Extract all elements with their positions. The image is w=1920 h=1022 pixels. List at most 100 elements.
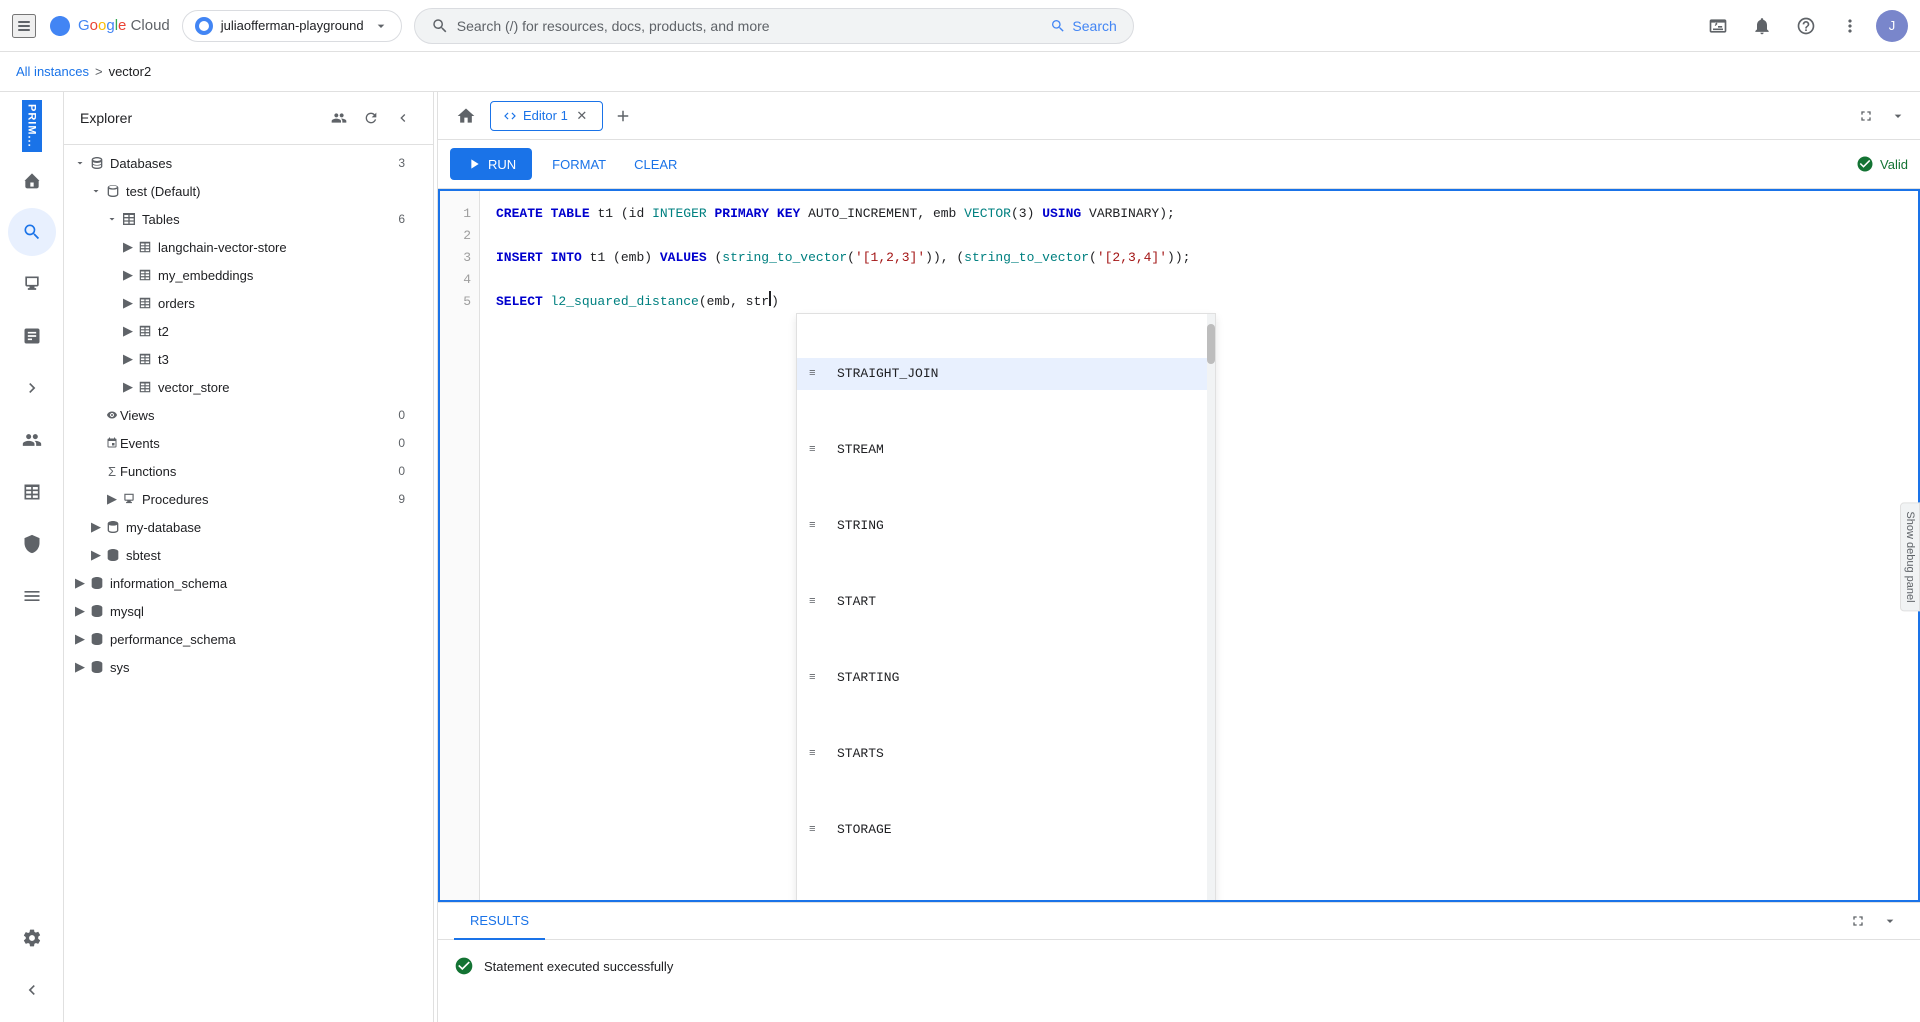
test-toggle bbox=[88, 183, 104, 199]
code-content[interactable]: CREATE TABLE t1 (id INTEGER PRIMARY KEY … bbox=[480, 191, 1918, 900]
sidebar-settings-item[interactable] bbox=[8, 914, 56, 962]
top-navbar: Google Cloud juliaofferman-playground Se… bbox=[0, 0, 1920, 52]
table-t2[interactable]: ▶ t2 ⋮ bbox=[64, 317, 433, 345]
events-label: Events bbox=[120, 436, 394, 451]
autocomplete-item-starting[interactable]: ≡ STARTING bbox=[797, 662, 1215, 694]
collapse-all-button[interactable] bbox=[389, 104, 417, 132]
refresh-button[interactable] bbox=[357, 104, 385, 132]
table-orders[interactable]: ▶ orders ⋮ bbox=[64, 289, 433, 317]
autocomplete-item-stored[interactable]: ≡ STORED bbox=[797, 890, 1215, 900]
editor-scroll-area: 1 2 3 4 5 CREATE TABLE t1 (id INTEGER PR… bbox=[438, 189, 1920, 902]
collapse-results-button[interactable] bbox=[1876, 907, 1904, 935]
code-editor[interactable]: 1 2 3 4 5 CREATE TABLE t1 (id INTEGER PR… bbox=[438, 189, 1920, 902]
table-langchain[interactable]: ▶ langchain-vector-store ⋮ bbox=[64, 233, 433, 261]
procedures-toggle: ▶ bbox=[104, 491, 120, 507]
table-t3[interactable]: ▶ t3 ⋮ bbox=[64, 345, 433, 373]
project-icon bbox=[195, 17, 213, 35]
sidebar-search-item[interactable] bbox=[8, 208, 56, 256]
breadcrumb-separator: > bbox=[95, 64, 103, 79]
functions-count: 0 bbox=[398, 464, 405, 478]
tables-node[interactable]: Tables 6 ⋮ bbox=[64, 205, 433, 233]
sbtest-node[interactable]: ▶ sbtest ⋮ bbox=[64, 541, 433, 569]
add-tab-button[interactable] bbox=[607, 100, 639, 132]
editor-1-tab[interactable]: Editor 1 ✕ bbox=[490, 101, 603, 131]
sidebar-home-item[interactable] bbox=[8, 156, 56, 204]
autocomplete-item-storage[interactable]: ≡ STORAGE bbox=[797, 814, 1215, 846]
t3-toggle: ▶ bbox=[120, 351, 136, 367]
sidebar-monitor-item[interactable] bbox=[8, 260, 56, 308]
keyword-icon-5: ≡ bbox=[809, 667, 829, 689]
my-database-node[interactable]: ▶ my-database ⋮ bbox=[64, 513, 433, 541]
search-bar-container[interactable]: Search bbox=[414, 8, 1134, 44]
sidebar-shield-item[interactable] bbox=[8, 520, 56, 568]
search-input[interactable] bbox=[457, 18, 1043, 34]
autocomplete-item-stream[interactable]: ≡ STREAM bbox=[797, 434, 1215, 466]
project-name: juliaofferman-playground bbox=[221, 18, 365, 33]
add-schema-button[interactable] bbox=[325, 104, 353, 132]
debug-panel-handle[interactable]: Show debug panel bbox=[1900, 502, 1920, 611]
autocomplete-stream: STREAM bbox=[837, 439, 884, 461]
editor-area: Editor 1 ✕ RUN FORMAT CLEAR bbox=[438, 92, 1920, 1022]
run-button[interactable]: RUN bbox=[450, 148, 532, 180]
test-db[interactable]: test (Default) ⋮ bbox=[64, 177, 433, 205]
notifications-button[interactable] bbox=[1744, 8, 1780, 44]
my-database-icon bbox=[104, 518, 122, 536]
editor-1-close[interactable]: ✕ bbox=[574, 108, 590, 124]
information-schema-node[interactable]: ▶ information_schema ⋮ bbox=[64, 569, 433, 597]
databases-root[interactable]: Databases 3 ⋮ bbox=[64, 149, 433, 177]
editor-tabs: Editor 1 ✕ bbox=[438, 92, 1920, 140]
events-node[interactable]: Events 0 ⋮ bbox=[64, 429, 433, 457]
help-button[interactable] bbox=[1788, 8, 1824, 44]
expand-editor-button[interactable] bbox=[1852, 102, 1880, 130]
project-selector[interactable]: juliaofferman-playground bbox=[182, 10, 402, 42]
explorer-panel: Explorer bbox=[64, 92, 434, 1022]
sidebar-plugin-item[interactable] bbox=[8, 364, 56, 412]
autocomplete-item-string[interactable]: ≡ STRING bbox=[797, 510, 1215, 542]
table-t2-label: t2 bbox=[158, 324, 405, 339]
breadcrumb-all-instances[interactable]: All instances bbox=[16, 64, 89, 79]
sbtest-icon bbox=[104, 546, 122, 564]
views-count: 0 bbox=[398, 408, 405, 422]
user-avatar[interactable]: J bbox=[1876, 10, 1908, 42]
keyword-icon-3: ≡ bbox=[809, 515, 829, 537]
format-button[interactable]: FORMAT bbox=[544, 151, 614, 178]
mysql-toggle: ▶ bbox=[72, 603, 88, 619]
autocomplete-item-straight-join[interactable]: ≡ STRAIGHT_JOIN bbox=[797, 358, 1215, 390]
performance-schema-node[interactable]: ▶ performance_schema ⋮ bbox=[64, 625, 433, 653]
autocomplete-item-start[interactable]: ≡ START bbox=[797, 586, 1215, 618]
tables-label: Tables bbox=[142, 212, 394, 227]
cloud-shell-button[interactable] bbox=[1700, 8, 1736, 44]
functions-label: Functions bbox=[120, 464, 394, 479]
code-line-4 bbox=[496, 269, 1902, 291]
results-tab[interactable]: RESULTS bbox=[454, 903, 545, 940]
mysql-node[interactable]: ▶ mysql ⋮ bbox=[64, 597, 433, 625]
editor-toolbar: RUN FORMAT CLEAR Valid bbox=[438, 140, 1920, 189]
sidebar-chart-item[interactable] bbox=[8, 312, 56, 360]
views-node[interactable]: Views 0 ⋮ bbox=[64, 401, 433, 429]
table-vector-store[interactable]: ▶ vector_store ⋮ bbox=[64, 373, 433, 401]
more-options-button[interactable] bbox=[1832, 8, 1868, 44]
clear-button[interactable]: CLEAR bbox=[626, 151, 685, 178]
sys-node[interactable]: ▶ sys ⋮ bbox=[64, 653, 433, 681]
table-my-embeddings[interactable]: ▶ my_embeddings ⋮ bbox=[64, 261, 433, 289]
google-cloud-logo[interactable]: Google Cloud bbox=[48, 14, 170, 38]
info-schema-toggle: ▶ bbox=[72, 575, 88, 591]
functions-node[interactable]: Σ Functions 0 ⋮ bbox=[64, 457, 433, 485]
sidebar-list-item[interactable] bbox=[8, 572, 56, 620]
sbtest-toggle: ▶ bbox=[88, 547, 104, 563]
procedures-node[interactable]: ▶ Procedures 9 ⋮ bbox=[64, 485, 433, 513]
search-button[interactable]: Search bbox=[1050, 18, 1116, 34]
sidebar-collapse-item[interactable] bbox=[8, 966, 56, 1014]
home-tab[interactable] bbox=[446, 96, 486, 136]
code-line-3: INSERT INTO t1 (emb) VALUES (string_to_v… bbox=[496, 247, 1902, 269]
hamburger-menu[interactable] bbox=[12, 14, 36, 38]
editor-options-button[interactable] bbox=[1884, 102, 1912, 130]
databases-toggle bbox=[72, 155, 88, 171]
sidebar-table-item[interactable] bbox=[8, 468, 56, 516]
fullscreen-results-button[interactable] bbox=[1844, 907, 1872, 935]
sidebar-people-item[interactable] bbox=[8, 416, 56, 464]
valid-check-icon bbox=[1856, 155, 1874, 173]
autocomplete-item-starts[interactable]: ≡ STARTS bbox=[797, 738, 1215, 770]
table-t3-label: t3 bbox=[158, 352, 405, 367]
tables-icon bbox=[120, 210, 138, 228]
